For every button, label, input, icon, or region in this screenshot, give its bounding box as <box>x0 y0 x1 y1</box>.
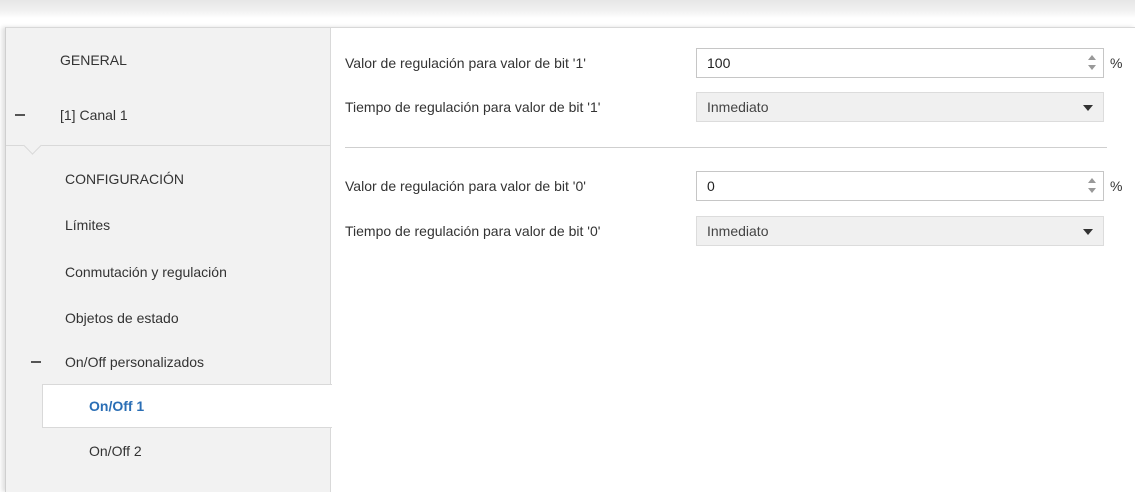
section-divider <box>345 147 1107 148</box>
spin-arrows[interactable] <box>1087 176 1097 196</box>
param-row-bit0-value: Valor de regulación para valor de bit '0… <box>331 171 1135 201</box>
spin-up-icon[interactable] <box>1088 55 1096 60</box>
unit-label: % <box>1110 55 1123 71</box>
sidebar-item-configuracion[interactable]: CONFIGURACIÓN <box>6 157 330 201</box>
sidebar-item-label: Objetos de estado <box>65 310 179 326</box>
sidebar-item-canal-1[interactable]: [1] Canal 1 <box>6 93 330 137</box>
param-label: Tiempo de regulación para valor de bit '… <box>345 223 601 239</box>
notch-pointer <box>23 136 42 155</box>
sidebar-item-onoff-1[interactable]: On/Off 1 <box>42 384 332 428</box>
bit1-time-dropdown[interactable]: Inmediato <box>696 92 1104 122</box>
spinbox-value: 0 <box>707 178 715 194</box>
dropdown-caret-icon[interactable] <box>1083 229 1093 235</box>
param-label: Valor de regulación para valor de bit '1… <box>345 55 586 71</box>
spin-down-icon[interactable] <box>1088 188 1096 193</box>
dropdown-value: Inmediato <box>707 223 769 239</box>
window-frame: GENERAL [1] Canal 1 CONFIGURACIÓN Límite… <box>0 0 1135 492</box>
sidebar-item-objetos-estado[interactable]: Objetos de estado <box>6 296 330 340</box>
param-row-bit0-time: Tiempo de regulación para valor de bit '… <box>331 216 1135 246</box>
sidebar-item-label: GENERAL <box>60 52 127 68</box>
sidebar-item-conmutacion[interactable]: Conmutación y regulación <box>6 250 330 294</box>
param-label: Valor de regulación para valor de bit '0… <box>345 178 586 194</box>
sidebar-item-label: [1] Canal 1 <box>60 107 128 123</box>
sidebar-item-label: On/Off personalizados <box>65 354 205 370</box>
dropdown-value: Inmediato <box>707 99 769 115</box>
sidebar-item-label: On/Off 2 <box>89 443 142 459</box>
sidebar-item-limites[interactable]: Límites <box>6 203 330 247</box>
spin-arrows[interactable] <box>1087 53 1097 73</box>
param-row-bit1-value: Valor de regulación para valor de bit '1… <box>331 48 1135 78</box>
parameter-window: GENERAL [1] Canal 1 CONFIGURACIÓN Límite… <box>5 27 1135 492</box>
collapse-minus-icon[interactable] <box>15 114 25 116</box>
spin-up-icon[interactable] <box>1088 178 1096 183</box>
collapse-minus-icon[interactable] <box>31 361 41 363</box>
param-row-bit1-time: Tiempo de regulación para valor de bit '… <box>331 92 1135 122</box>
sidebar-item-label: Conmutación y regulación <box>65 264 227 280</box>
parameters-panel: Valor de regulación para valor de bit '1… <box>331 28 1135 492</box>
sidebar-nav: GENERAL [1] Canal 1 CONFIGURACIÓN Límite… <box>6 28 332 492</box>
bit1-value-spinbox[interactable]: 100 <box>696 48 1104 78</box>
bit0-time-dropdown[interactable]: Inmediato <box>696 216 1104 246</box>
spin-down-icon[interactable] <box>1088 65 1096 70</box>
sidebar-item-onoff-personalizados[interactable]: On/Off personalizados <box>6 340 330 384</box>
bit0-value-spinbox[interactable]: 0 <box>696 171 1104 201</box>
sidebar-item-label: On/Off 1 <box>89 398 145 414</box>
sidebar-item-label: CONFIGURACIÓN <box>65 171 184 187</box>
spinbox-value: 100 <box>707 55 731 71</box>
param-label: Tiempo de regulación para valor de bit '… <box>345 99 601 115</box>
unit-label: % <box>1110 178 1123 194</box>
dropdown-caret-icon[interactable] <box>1083 105 1093 111</box>
sidebar-item-onoff-2[interactable]: On/Off 2 <box>6 429 330 473</box>
sidebar-item-general[interactable]: GENERAL <box>6 38 330 82</box>
section-divider <box>6 145 330 146</box>
sidebar-item-label: Límites <box>65 217 111 233</box>
